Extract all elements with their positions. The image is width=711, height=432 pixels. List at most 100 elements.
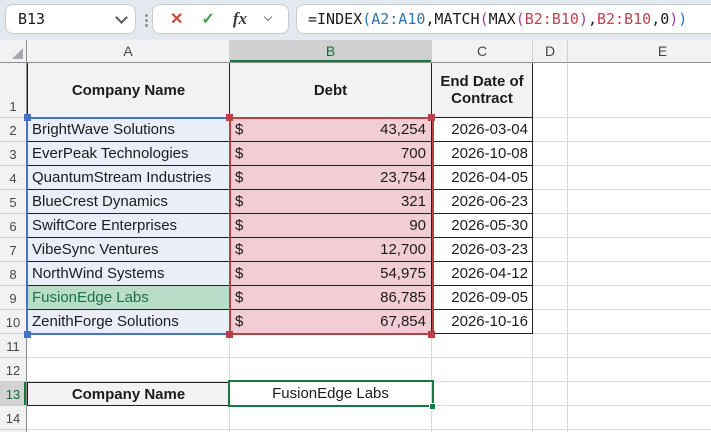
cell-E11[interactable] (568, 334, 711, 358)
cell-A2[interactable]: BrightWave Solutions (27, 118, 230, 142)
cell-B7[interactable]: $12,700 (230, 238, 432, 262)
cell-C6[interactable]: 2026-05-30 (432, 214, 533, 238)
row-header-10[interactable]: 10 (0, 310, 27, 334)
cell-D8[interactable] (533, 262, 568, 286)
cell-D2[interactable] (533, 118, 568, 142)
cell-B12[interactable] (230, 358, 432, 382)
cell-A7[interactable]: VibeSync Ventures (27, 238, 230, 262)
cell-D1[interactable] (533, 63, 568, 118)
insert-function-icon[interactable]: fx (233, 9, 247, 29)
cell-D4[interactable] (533, 166, 568, 190)
row-header-5[interactable]: 5 (0, 190, 27, 214)
row-header-1[interactable]: 1 (0, 63, 27, 118)
cell-A1[interactable]: Company Name (27, 63, 230, 118)
cell-A14[interactable] (27, 406, 230, 430)
cell-A5[interactable]: BlueCrest Dynamics (27, 190, 230, 214)
name-box[interactable]: B13 (5, 4, 136, 34)
cell-E7[interactable] (568, 238, 711, 262)
cell-D6[interactable] (533, 214, 568, 238)
cell-E4[interactable] (568, 166, 711, 190)
cell-B5[interactable]: $321 (230, 190, 432, 214)
cell-B3[interactable]: $700 (230, 142, 432, 166)
formula-segment: ) (578, 10, 588, 28)
cell-B9[interactable]: $86,785 (230, 286, 432, 310)
cell-A3[interactable]: EverPeak Technologies (27, 142, 230, 166)
cell-E12[interactable] (568, 358, 711, 382)
row-header-2[interactable]: 2 (0, 118, 27, 142)
cell-A13[interactable]: Company Name (27, 382, 230, 406)
cell-E8[interactable] (568, 262, 711, 286)
cell-A10[interactable]: ZenithForge Solutions (27, 310, 230, 334)
row-header-7[interactable]: 7 (0, 238, 27, 262)
cell-D7[interactable] (533, 238, 568, 262)
cell-C11[interactable] (432, 334, 533, 358)
cell-B13-active[interactable]: FusionEdge Labs (230, 382, 432, 406)
cell-B6[interactable]: $90 (230, 214, 432, 238)
cell-B11[interactable] (230, 334, 432, 358)
cell-B8[interactable]: $54,975 (230, 262, 432, 286)
cell-D5[interactable] (533, 190, 568, 214)
cell-C12[interactable] (432, 358, 533, 382)
cell-C10[interactable]: 2026-10-16 (432, 310, 533, 334)
cell-E5[interactable] (568, 190, 711, 214)
cell-B4[interactable]: $23,754 (230, 166, 432, 190)
cell-E9[interactable] (568, 286, 711, 310)
cell-C14[interactable] (432, 406, 533, 430)
cell-E14[interactable] (568, 406, 711, 430)
cell-B10[interactable]: $67,854 (230, 310, 432, 334)
formula-input[interactable]: =INDEX(A2:A10,MATCH(MAX(B2:B10),B2:B10,0… (296, 4, 711, 34)
col-header-D[interactable]: D (533, 40, 568, 63)
cell-B2[interactable]: $43,254 (230, 118, 432, 142)
cancel-icon[interactable]: ✕ (170, 9, 183, 29)
cell-D10[interactable] (533, 310, 568, 334)
cell-C9[interactable]: 2026-09-05 (432, 286, 533, 310)
cell-E1[interactable] (568, 63, 711, 118)
cell-E13[interactable] (568, 382, 711, 406)
cell-B1[interactable]: Debt (230, 63, 432, 118)
cell-D12[interactable] (533, 358, 568, 382)
cell-E6[interactable] (568, 214, 711, 238)
cell-C7[interactable]: 2026-03-23 (432, 238, 533, 262)
col-header-A[interactable]: A (27, 40, 230, 63)
row-header-8[interactable]: 8 (0, 262, 27, 286)
cell-D14[interactable] (533, 406, 568, 430)
row-header-4[interactable]: 4 (0, 166, 27, 190)
cell-A6[interactable]: SwiftCore Enterprises (27, 214, 230, 238)
enter-icon[interactable]: ✓ (201, 9, 214, 29)
cell-C1[interactable]: End Date of Contract (432, 63, 533, 118)
cell-D9[interactable] (533, 286, 568, 310)
cell-E3[interactable] (568, 142, 711, 166)
row-header-3[interactable]: 3 (0, 142, 27, 166)
cell-C2[interactable]: 2026-03-04 (432, 118, 533, 142)
formula-text: =INDEX(A2:A10,MATCH(MAX(B2:B10),B2:B10,0… (308, 10, 687, 28)
cell-D13[interactable] (533, 382, 568, 406)
row-header-14[interactable]: 14 (0, 406, 27, 430)
row-header-11[interactable]: 11 (0, 334, 27, 358)
cell-D11[interactable] (533, 334, 568, 358)
cell-D3[interactable] (533, 142, 568, 166)
col-header-E[interactable]: E (568, 40, 711, 63)
cell-C5[interactable]: 2026-06-23 (432, 190, 533, 214)
cell-B14[interactable] (230, 406, 432, 430)
cell-E2[interactable] (568, 118, 711, 142)
cell-A9[interactable]: FusionEdge Labs (27, 286, 230, 310)
col-header-B[interactable]: B (230, 40, 432, 63)
col-header-C[interactable]: C (432, 40, 533, 63)
name-box-chevron-down-icon[interactable] (115, 10, 128, 24)
fx-chevron-down-icon[interactable] (263, 12, 273, 22)
cell-A11[interactable] (27, 334, 230, 358)
debt-amount: 54,975 (380, 265, 426, 282)
cell-A4[interactable]: QuantumStream Industries (27, 166, 230, 190)
row-header-9[interactable]: 9 (0, 286, 27, 310)
cell-C8[interactable]: 2026-04-12 (432, 262, 533, 286)
row-header-12[interactable]: 12 (0, 358, 27, 382)
cell-C4[interactable]: 2026-04-05 (432, 166, 533, 190)
cell-C13[interactable] (432, 382, 533, 406)
cell-A12[interactable] (27, 358, 230, 382)
select-all-corner[interactable] (0, 40, 27, 63)
cell-A8[interactable]: NorthWind Systems (27, 262, 230, 286)
row-header-6[interactable]: 6 (0, 214, 27, 238)
cell-E10[interactable] (568, 310, 711, 334)
cell-C3[interactable]: 2026-10-08 (432, 142, 533, 166)
row-header-13[interactable]: 13 (0, 382, 27, 406)
